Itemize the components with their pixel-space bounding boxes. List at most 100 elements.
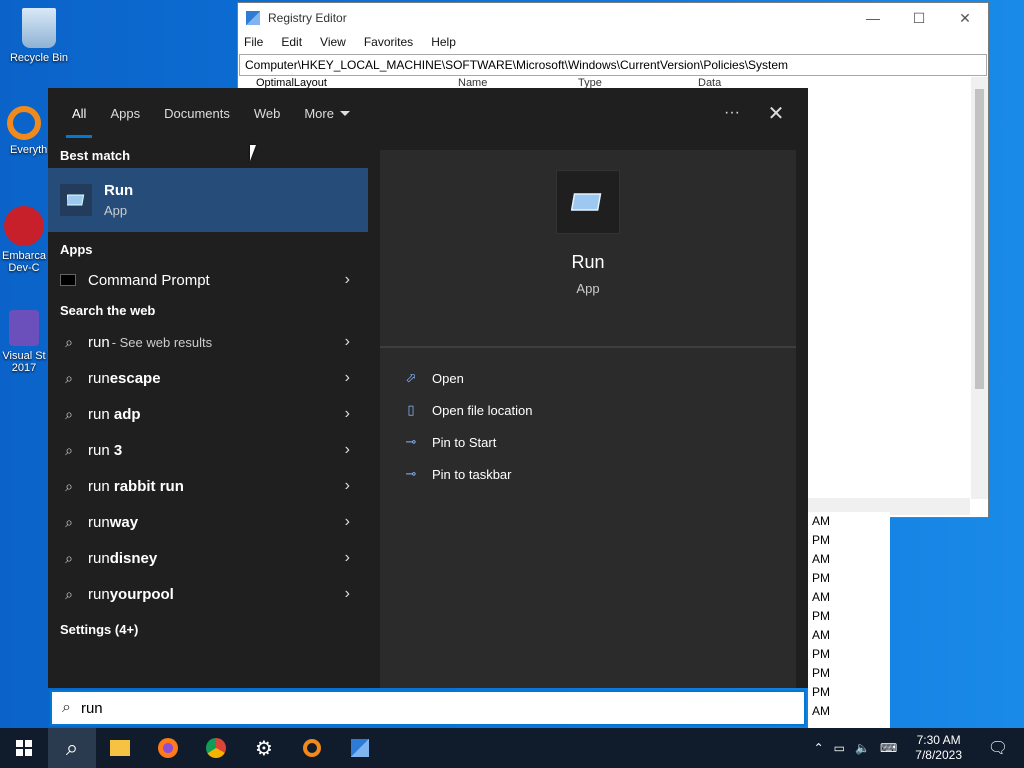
gear-icon: ⚙ <box>255 737 273 760</box>
time-cell: AM <box>812 552 830 566</box>
web-result[interactable]: ⌕ run rabbit run › <box>48 468 368 504</box>
start-button[interactable] <box>0 728 48 768</box>
chrome-icon <box>206 738 226 758</box>
web-result[interactable]: ⌕ run escape › <box>48 360 368 396</box>
ellipsis-icon[interactable]: ··· <box>720 104 744 122</box>
web-result[interactable]: ⌕ run disney › <box>48 540 368 576</box>
chevron-right-icon[interactable]: › <box>345 477 350 495</box>
menu-bar: File Edit View Favorites Help <box>238 33 988 53</box>
web-header: Search the web <box>60 303 156 318</box>
preview-actions: ⬀ Open ▯ Open file location ⊸ Pin to Sta… <box>380 348 796 490</box>
web-result[interactable]: ⌕ run 3 › <box>48 432 368 468</box>
taskbar-chrome[interactable] <box>192 728 240 768</box>
everything-search-icon <box>303 739 321 757</box>
settings-header[interactable]: Settings (4+) <box>48 612 368 642</box>
taskbar-settings[interactable]: ⚙ <box>240 728 288 768</box>
menu-file[interactable]: File <box>242 33 265 53</box>
web-result[interactable]: ⌕ run way › <box>48 504 368 540</box>
action-pin-to-start[interactable]: ⊸ Pin to Start <box>380 426 796 458</box>
recycle-bin-icon <box>22 8 56 48</box>
tab-all[interactable]: All <box>60 88 98 138</box>
search-input[interactable] <box>80 699 681 717</box>
desktop-icon-label: Recycle Bin <box>9 52 69 64</box>
web-result-see-results[interactable]: ⌕ run - See web results › <box>48 324 368 360</box>
taskbar-firefox[interactable] <box>144 728 192 768</box>
vertical-scrollbar[interactable] <box>971 77 988 499</box>
chevron-right-icon[interactable]: › <box>345 549 350 567</box>
apps-header: Apps <box>60 242 93 257</box>
title-bar[interactable]: Registry Editor — ☐ ✕ <box>238 3 988 33</box>
address-bar[interactable]: Computer\HKEY_LOCAL_MACHINE\SOFTWARE\Mic… <box>239 54 987 76</box>
action-pin-to-taskbar[interactable]: ⊸ Pin to taskbar <box>380 458 796 490</box>
tab-documents[interactable]: Documents <box>152 88 242 138</box>
registry-editor-icon <box>351 739 369 757</box>
chevron-down-icon <box>339 110 350 116</box>
window-title: Registry Editor <box>268 11 347 25</box>
clock[interactable]: 7:30 AM 7/8/2023 <box>907 733 970 763</box>
time-cell: PM <box>812 533 830 547</box>
taskbar-everything[interactable] <box>288 728 336 768</box>
best-match-name: Run <box>104 182 134 199</box>
best-match-type: App <box>104 203 128 218</box>
chevron-right-icon[interactable]: › <box>345 333 350 351</box>
system-tray: ⌃ ▭ 🔈 ⌨ 7:30 AM 7/8/2023 🗨 <box>814 733 1024 763</box>
best-match-run[interactable]: Run App <box>48 168 368 232</box>
search-icon: ⌕ <box>65 477 73 494</box>
web-result[interactable]: ⌕ run adp › <box>48 396 368 432</box>
desktop-icon-recycle-bin[interactable]: Recycle Bin <box>1 8 77 64</box>
chevron-right-icon[interactable]: › <box>345 271 350 289</box>
chevron-right-icon[interactable]: › <box>345 513 350 531</box>
desktop-icon-visual-studio[interactable]: Visual St 2017 <box>0 310 52 374</box>
visual-studio-icon <box>9 310 39 346</box>
notification-icon[interactable]: 🗨 <box>980 738 1016 758</box>
chevron-right-icon[interactable]: › <box>345 405 350 423</box>
search-panel: All Apps Documents Web More ··· ✕ Best m… <box>48 88 808 688</box>
chevron-up-icon[interactable]: ⌃ <box>814 741 824 755</box>
action-open[interactable]: ⬀ Open <box>380 362 796 394</box>
scrollbar-thumb[interactable] <box>975 89 984 389</box>
time-cell: PM <box>812 647 830 661</box>
close-button[interactable]: ✕ <box>942 3 988 33</box>
desktop-icon-dev-cpp[interactable]: Embarca Dev-C <box>0 206 52 274</box>
taskbar-file-explorer[interactable] <box>96 728 144 768</box>
registry-editor-icon <box>246 11 260 25</box>
time-cell: PM <box>812 685 830 699</box>
close-icon[interactable]: ✕ <box>764 101 788 126</box>
web-query-suffix: - See web results <box>111 334 213 350</box>
web-query: run <box>88 333 110 351</box>
volume-icon[interactable]: 🔈 <box>855 741 870 755</box>
search-box[interactable]: ⌕ <box>50 690 806 726</box>
time-cell: AM <box>812 590 830 604</box>
menu-help[interactable]: Help <box>429 33 458 53</box>
preview-header: Run App <box>380 170 796 348</box>
search-icon: ⌕ <box>65 513 73 530</box>
action-open-file-location[interactable]: ▯ Open file location <box>380 394 796 426</box>
chevron-right-icon[interactable]: › <box>345 585 350 603</box>
network-icon[interactable]: ▭ <box>834 741 845 755</box>
chevron-right-icon[interactable]: › <box>345 369 350 387</box>
search-icon: ⌕ <box>65 735 79 760</box>
menu-view[interactable]: View <box>318 33 348 53</box>
menu-edit[interactable]: Edit <box>279 33 304 53</box>
open-icon: ⬀ <box>405 370 417 385</box>
web-result[interactable]: ⌕ run yourpool › <box>48 576 368 612</box>
dev-cpp-icon <box>4 206 44 246</box>
tab-apps[interactable]: Apps <box>98 88 152 138</box>
menu-favorites[interactable]: Favorites <box>362 33 415 53</box>
chevron-right-icon[interactable]: › <box>345 441 350 459</box>
desktop-icon-label: Everyth <box>10 144 48 156</box>
maximize-button[interactable]: ☐ <box>896 3 942 33</box>
windows-icon <box>16 740 32 756</box>
minimize-button[interactable]: — <box>850 3 896 33</box>
taskbar-registry-editor[interactable] <box>336 728 384 768</box>
preview-type: App <box>576 281 600 296</box>
app-command-prompt[interactable]: Command Prompt › <box>48 262 368 298</box>
keyboard-icon[interactable]: ⌨ <box>880 741 897 755</box>
desktop-icon-everything[interactable]: Everyth <box>0 106 52 156</box>
tab-more[interactable]: More <box>292 88 362 138</box>
preview-pane: Run App ⬀ Open ▯ Open file location ⊸ Pi… <box>380 150 796 688</box>
search-taskbar-button[interactable]: ⌕ <box>48 728 96 768</box>
desktop-icon-label: Embarca Dev-C <box>1 250 47 274</box>
results-list: Best match Run App Apps Command Prompt ›… <box>48 138 368 688</box>
tab-web[interactable]: Web <box>242 88 293 138</box>
